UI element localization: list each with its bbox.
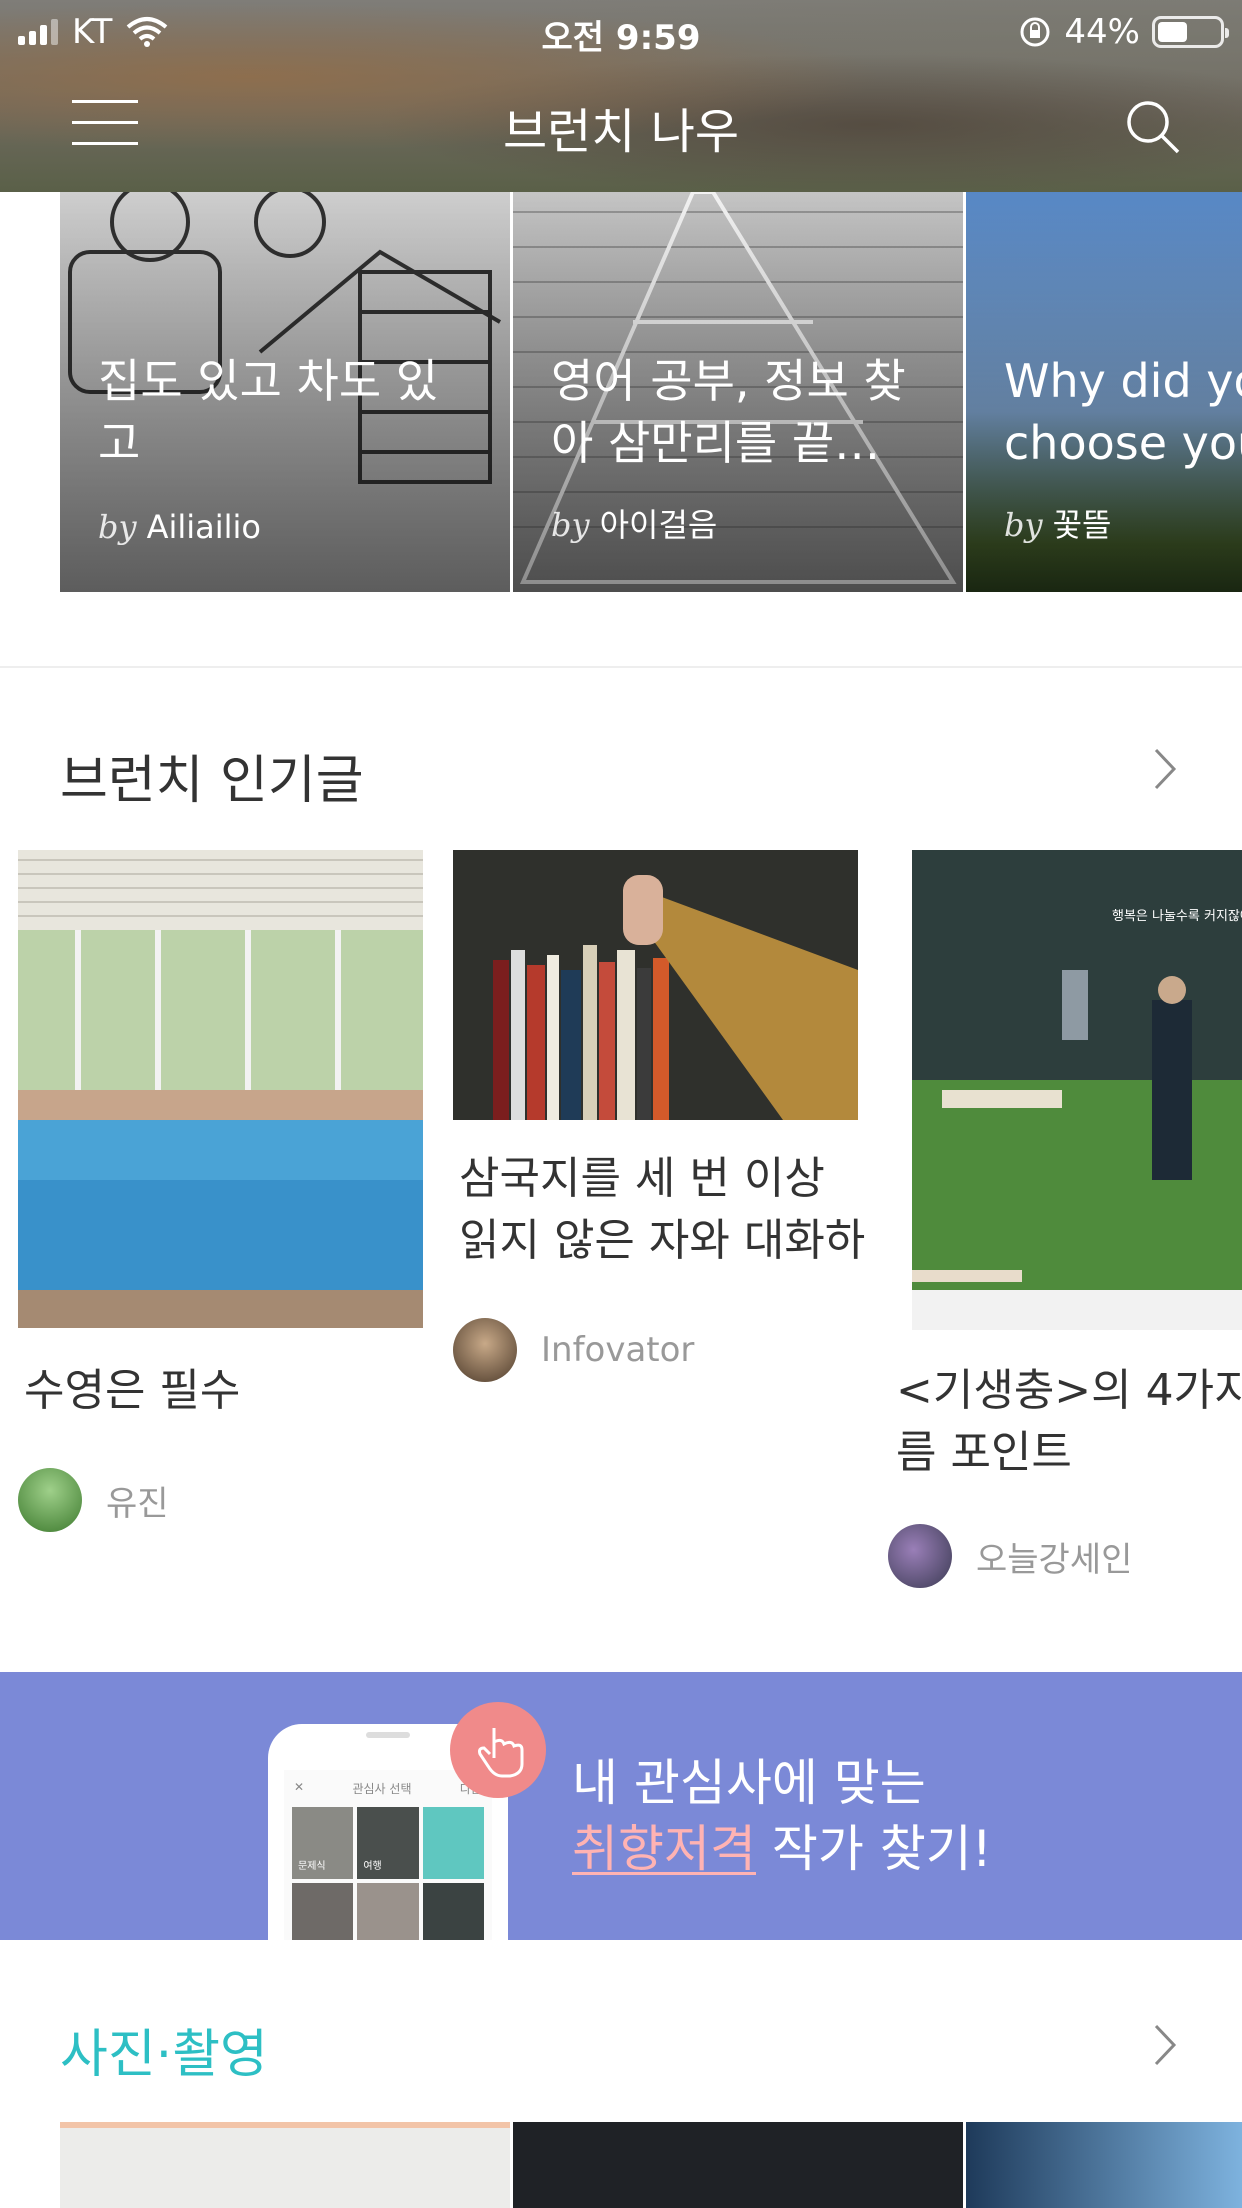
books-image xyxy=(453,850,858,1120)
chevron-right-icon[interactable] xyxy=(1148,2020,1182,2070)
avatar xyxy=(18,1468,82,1532)
banner-line2: 작가 찾기! xyxy=(756,1820,992,1878)
photo-card[interactable] xyxy=(513,2122,963,2208)
phone-tile: 여행 xyxy=(357,1807,419,1879)
featured-carousel: 집도 있고 차도 있고 by Ailiailio 영어 공부, 정보 찾아 삼만리… xyxy=(60,192,1242,592)
featured-card[interactable]: 영어 공부, 정보 찾아 삼만리를 끝… by 아이걸음 xyxy=(513,192,963,592)
featured-card[interactable]: Why did you choose your by꽃뜰 xyxy=(966,192,1242,592)
featured-card-author: 아이걸음 xyxy=(599,506,718,544)
photo-card[interactable] xyxy=(60,2122,510,2208)
rotation-lock-icon xyxy=(1020,17,1050,47)
phone-header: 관심사 선택 xyxy=(352,1782,412,1796)
author-name: 오늘강세인 xyxy=(976,1539,1133,1580)
movie-poster-image: 행복은 나눌수록 커지잖아요 xyxy=(912,850,1242,1330)
avatar xyxy=(453,1318,517,1382)
battery-icon xyxy=(1152,16,1229,48)
by-label: by xyxy=(1004,506,1043,544)
section-divider xyxy=(0,666,1242,668)
banner-highlight: 취향저격 xyxy=(572,1820,756,1878)
section-title-photo: 사진·촬영 xyxy=(60,2025,268,2085)
tap-hand-icon xyxy=(450,1702,546,1798)
find-writer-banner[interactable]: ✕관심사 선택다음 문제식 여행 내 관심사에 맞는 취향저격 작가 찾기! xyxy=(0,1672,1242,1940)
author-name: 유진 xyxy=(106,1483,169,1524)
avatar xyxy=(888,1524,952,1588)
page-title: 브런치 나우 xyxy=(502,104,740,160)
phone-tile xyxy=(422,1807,484,1879)
phone-tile xyxy=(292,1883,354,1940)
header: KT 오전 9:59 44% 브런치 나우 xyxy=(0,0,1242,192)
status-bar: KT 오전 9:59 44% xyxy=(0,0,1242,60)
section-title-popular: 브런치 인기글 xyxy=(60,751,364,811)
nav-bar: 브런치 나우 xyxy=(0,92,1242,160)
phone-tile xyxy=(357,1883,419,1940)
photo-carousel xyxy=(60,2122,1242,2208)
popular-card-title: 수영은 필수 xyxy=(24,1365,241,1416)
featured-card-title: 집도 있고 차도 있고 xyxy=(98,354,439,470)
poster-text: 행복은 나눌수록 커지잖아요 xyxy=(1112,908,1242,924)
popular-card-title-line: 삼국지를 세 번 이상 xyxy=(459,1153,825,1204)
photo-card[interactable] xyxy=(966,2122,1242,2208)
featured-card[interactable]: 집도 있고 차도 있고 by Ailiailio xyxy=(60,192,510,592)
by-label: by xyxy=(551,506,590,544)
banner-line1: 내 관심사에 맞는 xyxy=(572,1754,926,1812)
popular-card-title-line: 름 포인트 xyxy=(896,1427,1072,1478)
phone-tile xyxy=(422,1883,484,1940)
popular-card-title: 삼국지를 세 번 이상 읽지 않은 자와 대화하 xyxy=(459,1148,865,1272)
battery-percent: 44% xyxy=(1064,12,1140,52)
phone-tile: 문제식 xyxy=(292,1807,354,1879)
author-name: Infovator xyxy=(541,1330,695,1370)
featured-card-author: 꽃뜰 xyxy=(1052,506,1112,544)
popular-card-title: <기생충>의 4가지 소 름 포인트 xyxy=(896,1360,1242,1484)
pool-image xyxy=(18,850,423,1328)
popular-card[interactable]: 행복은 나눌수록 커지잖아요 <기생충>의 4가지 소 름 포인트 오늘강세인 xyxy=(888,850,1242,1650)
close-icon: ✕ xyxy=(294,1780,305,1794)
chevron-right-icon[interactable] xyxy=(1148,744,1182,794)
popular-card-title-line: 읽지 않은 자와 대화하 xyxy=(459,1215,866,1266)
by-label: by xyxy=(98,508,137,546)
featured-card-title: 영어 공부, 정보 찾아 삼만리를 끝… xyxy=(551,354,906,470)
featured-card-title: Why did you choose your xyxy=(1004,354,1242,470)
featured-card-author: Ailiailio xyxy=(146,508,261,546)
search-icon[interactable] xyxy=(1122,96,1184,158)
popular-card-title-line: <기생충>의 4가지 소 xyxy=(896,1365,1242,1416)
